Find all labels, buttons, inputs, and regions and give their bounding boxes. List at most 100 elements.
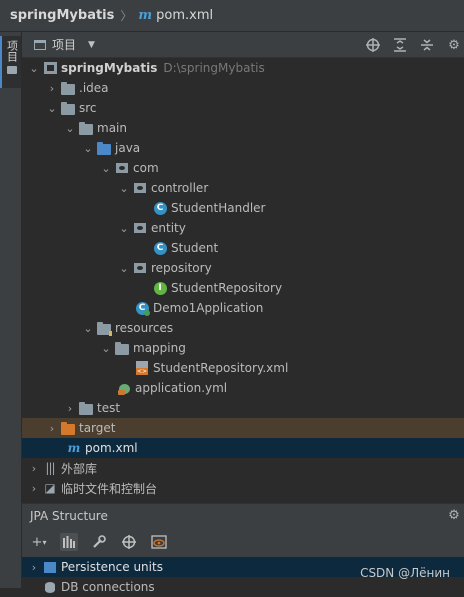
maven-file-icon: m: [138, 8, 153, 23]
tree-node-resources[interactable]: ⌄ resources: [22, 318, 464, 338]
tree-node-entity[interactable]: ⌄ entity: [22, 218, 464, 238]
tree-node-label: repository: [151, 261, 212, 275]
tree-node-application-yml[interactable]: application.yml: [22, 378, 464, 398]
xml-file-icon: [134, 360, 150, 376]
project-panel-header: 项目 ▼ ⚙: [22, 32, 464, 58]
folder-icon: [60, 80, 76, 96]
tree-node-label: com: [133, 161, 159, 175]
maven-file-icon: m: [67, 441, 81, 455]
chevron-down-icon[interactable]: ⌄: [46, 102, 58, 115]
tree-node-test[interactable]: › test: [22, 398, 464, 418]
tree-node-label: main: [97, 121, 127, 135]
jpa-item-db-connections[interactable]: DB connections: [22, 577, 464, 597]
tree-node-com[interactable]: ⌄ com: [22, 158, 464, 178]
breadcrumb-project[interactable]: springMybatis: [10, 8, 114, 23]
tree-node-studentrepository-xml[interactable]: StudentRepository.xml: [22, 358, 464, 378]
tree-node-label: StudentHandler: [171, 201, 266, 215]
tree-node-studenthandler[interactable]: C StudentHandler: [22, 198, 464, 218]
jpa-structure-title: JPA Structure: [30, 508, 108, 523]
tree-node-label: java: [115, 141, 141, 155]
tree-node-student[interactable]: C Student: [22, 238, 464, 258]
tree-node-controller[interactable]: ⌄ controller: [22, 178, 464, 198]
tree-node-external-libraries[interactable]: › ||| 外部库: [22, 458, 464, 478]
tree-node-label: springMybatis: [61, 61, 158, 75]
source-folder-icon: [96, 140, 112, 156]
tree-node-repository[interactable]: ⌄ repository: [22, 258, 464, 278]
tree-node-src[interactable]: ⌄ src: [22, 98, 464, 118]
tree-node-label: test: [97, 401, 121, 415]
tree-node-scratches[interactable]: › ◪ 临时文件和控制台: [22, 478, 464, 498]
chevron-down-icon[interactable]: ⌄: [100, 162, 112, 175]
gear-icon[interactable]: ⚙: [446, 508, 462, 524]
tree-node-pom-xml[interactable]: m pom.xml: [22, 438, 464, 458]
folder-icon: [78, 400, 94, 416]
resources-folder-icon: [96, 320, 112, 336]
folder-icon: [6, 66, 17, 74]
tree-node-label: resources: [115, 321, 174, 335]
project-icon: [42, 60, 58, 76]
wrench-icon[interactable]: [90, 533, 108, 551]
tree-node-studentrepository[interactable]: I StudentRepository: [22, 278, 464, 298]
chevron-down-icon[interactable]: ⌄: [28, 62, 40, 75]
globe-target-icon[interactable]: [365, 37, 381, 53]
chevron-down-icon[interactable]: ⌄: [82, 142, 94, 155]
chevron-down-icon[interactable]: ⌄: [118, 182, 130, 195]
breadcrumb-separator: 〉: [120, 9, 133, 23]
tree-node-label: 外部库: [61, 461, 98, 476]
spring-boot-class-icon: C: [134, 300, 150, 316]
project-path: D:\springMybatis: [163, 61, 265, 75]
breadcrumb-file[interactable]: pom.xml: [156, 8, 213, 23]
tree-node-mapping[interactable]: ⌄ mapping: [22, 338, 464, 358]
tree-node-target[interactable]: › target: [22, 418, 464, 438]
jpa-toolbar: + ▾: [22, 527, 464, 557]
tree-node-label: Demo1Application: [153, 301, 264, 315]
chart-icon[interactable]: [60, 533, 78, 551]
chevron-down-icon[interactable]: ⌄: [118, 262, 130, 275]
collapse-all-icon[interactable]: [419, 37, 435, 53]
database-icon: [42, 579, 58, 595]
chevron-right-icon[interactable]: ›: [46, 82, 58, 95]
persistence-icon: [42, 559, 58, 575]
chevron-right-icon[interactable]: ›: [28, 482, 40, 495]
tree-node-label: mapping: [133, 341, 186, 355]
chevron-right-icon[interactable]: ›: [28, 462, 40, 475]
watermark: CSDN @Лёнин: [360, 566, 450, 580]
tree-node-label: pom.xml: [85, 441, 138, 455]
excluded-folder-icon: [60, 420, 76, 436]
folder-icon: [78, 120, 94, 136]
expand-all-icon[interactable]: [392, 37, 408, 53]
project-tool-window-tab[interactable]: 项目: [0, 36, 21, 88]
folder-icon: [114, 340, 130, 356]
tree-node-idea[interactable]: › .idea: [22, 78, 464, 98]
project-view-selector[interactable]: 项目 ▼: [34, 36, 95, 53]
tree-node-demo1application[interactable]: C Demo1Application: [22, 298, 464, 318]
tree-node-java[interactable]: ⌄ java: [22, 138, 464, 158]
gear-icon[interactable]: ⚙: [446, 37, 462, 53]
package-icon: [132, 180, 148, 196]
jpa-item-label: Persistence units: [61, 560, 163, 574]
add-icon[interactable]: + ▾: [30, 533, 48, 551]
window-icon: [34, 39, 46, 50]
package-icon: [114, 160, 130, 176]
tree-node-label: StudentRepository: [171, 281, 283, 295]
tree-node-main[interactable]: ⌄ main: [22, 118, 464, 138]
class-icon: C: [152, 200, 168, 216]
jpa-item-label: DB connections: [61, 580, 155, 594]
folder-icon: [60, 100, 76, 116]
tree-node-project-root[interactable]: ⌄ springMybatis D:\springMybatis: [22, 58, 464, 78]
tree-node-label: 临时文件和控制台: [61, 481, 158, 496]
chevron-down-icon[interactable]: ⌄: [118, 222, 130, 235]
library-icon: |||: [45, 461, 55, 475]
target-icon[interactable]: [120, 533, 138, 551]
chevron-right-icon[interactable]: ›: [28, 561, 40, 574]
left-tool-stripe: 项目: [0, 32, 22, 588]
tree-node-label: target: [79, 421, 116, 435]
eye-icon[interactable]: [150, 533, 168, 551]
chevron-down-icon[interactable]: ⌄: [100, 342, 112, 355]
project-tab-label: 项目: [5, 40, 19, 62]
chevron-right-icon[interactable]: ›: [64, 402, 76, 415]
chevron-down-icon[interactable]: ⌄: [64, 122, 76, 135]
chevron-down-icon[interactable]: ⌄: [82, 322, 94, 335]
chevron-right-icon[interactable]: ›: [46, 422, 58, 435]
package-icon: [132, 260, 148, 276]
